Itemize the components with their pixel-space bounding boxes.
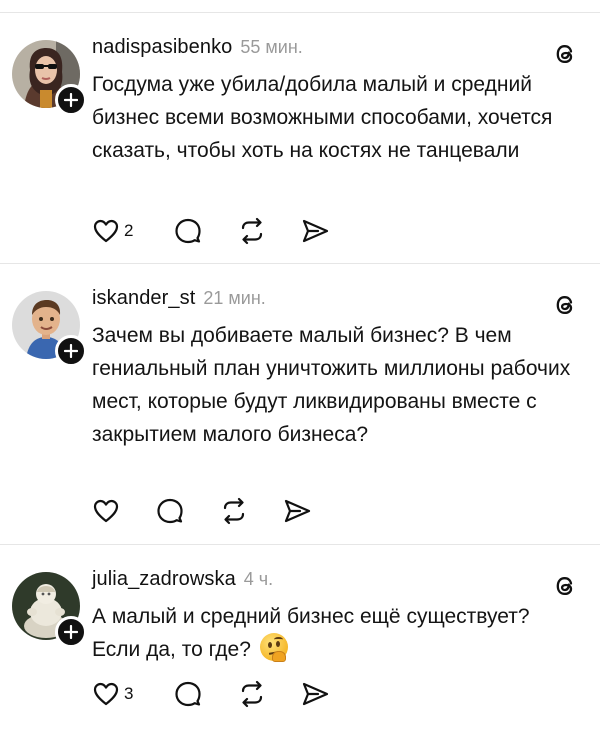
threads-icon[interactable]	[551, 291, 579, 319]
post-text: Зачем вы добиваете малый бизнес? В чем г…	[92, 324, 571, 446]
follow-plus-icon[interactable]	[55, 335, 87, 367]
repost-button[interactable]	[237, 679, 267, 709]
post-header: julia_zadrowska 4 ч.	[92, 568, 273, 598]
reply-button[interactable]	[156, 496, 184, 526]
post-text: Госдума уже убила/добила малый и средний…	[92, 73, 553, 162]
avatar-wrapper[interactable]	[12, 291, 87, 367]
like-count: 2	[124, 221, 134, 240]
follow-plus-icon[interactable]	[55, 616, 87, 648]
send-icon	[302, 682, 329, 706]
thinking-face-icon	[259, 633, 288, 662]
avatar-wrapper[interactable]	[12, 572, 87, 648]
like-count: 3	[124, 684, 134, 703]
threads-icon[interactable]	[551, 572, 579, 600]
timestamp[interactable]: 21 мин.	[203, 288, 265, 309]
post-header: nadispasibenko 55 мин.	[92, 36, 303, 66]
repost-icon	[241, 217, 263, 245]
comment-icon	[157, 498, 183, 524]
post-header: iskander_st 21 мин.	[92, 287, 266, 317]
heart-icon	[93, 682, 119, 706]
follow-plus-icon[interactable]	[55, 84, 87, 116]
send-icon	[302, 219, 329, 243]
username[interactable]: nadispasibenko	[92, 36, 232, 59]
threads-icon[interactable]	[551, 40, 579, 68]
post-1: nadispasibenko 55 мин. Госдума уже убила…	[0, 13, 600, 263]
post-3: julia_zadrowska 4 ч. А малый и средний б…	[0, 545, 600, 729]
reply-button[interactable]	[174, 216, 202, 246]
post-2: iskander_st 21 мин. Зачем вы добиваете м…	[0, 264, 600, 544]
repost-button[interactable]	[219, 496, 249, 526]
share-button[interactable]	[300, 679, 330, 709]
comment-icon	[175, 681, 201, 707]
repost-button[interactable]	[237, 216, 267, 246]
post-text-content: А малый и средний бизнес ещё существует?…	[92, 605, 530, 661]
share-button[interactable]	[300, 216, 330, 246]
reply-button[interactable]	[174, 679, 202, 709]
timestamp[interactable]: 4 ч.	[244, 569, 273, 590]
like-button[interactable]: 2	[92, 216, 133, 246]
timestamp[interactable]: 55 мин.	[240, 37, 302, 58]
repost-icon	[223, 497, 245, 525]
username[interactable]: julia_zadrowska	[92, 568, 236, 591]
username[interactable]: iskander_st	[92, 287, 195, 310]
heart-icon	[93, 499, 119, 523]
share-button[interactable]	[282, 496, 312, 526]
comment-icon	[175, 218, 201, 244]
repost-icon	[241, 680, 263, 708]
heart-icon	[93, 219, 119, 243]
like-button[interactable]: 3	[92, 679, 133, 709]
send-icon	[284, 499, 311, 523]
like-button[interactable]	[92, 496, 124, 526]
post-text: А малый и средний бизнес ещё существует?…	[92, 600, 582, 666]
avatar-wrapper[interactable]	[12, 40, 87, 116]
